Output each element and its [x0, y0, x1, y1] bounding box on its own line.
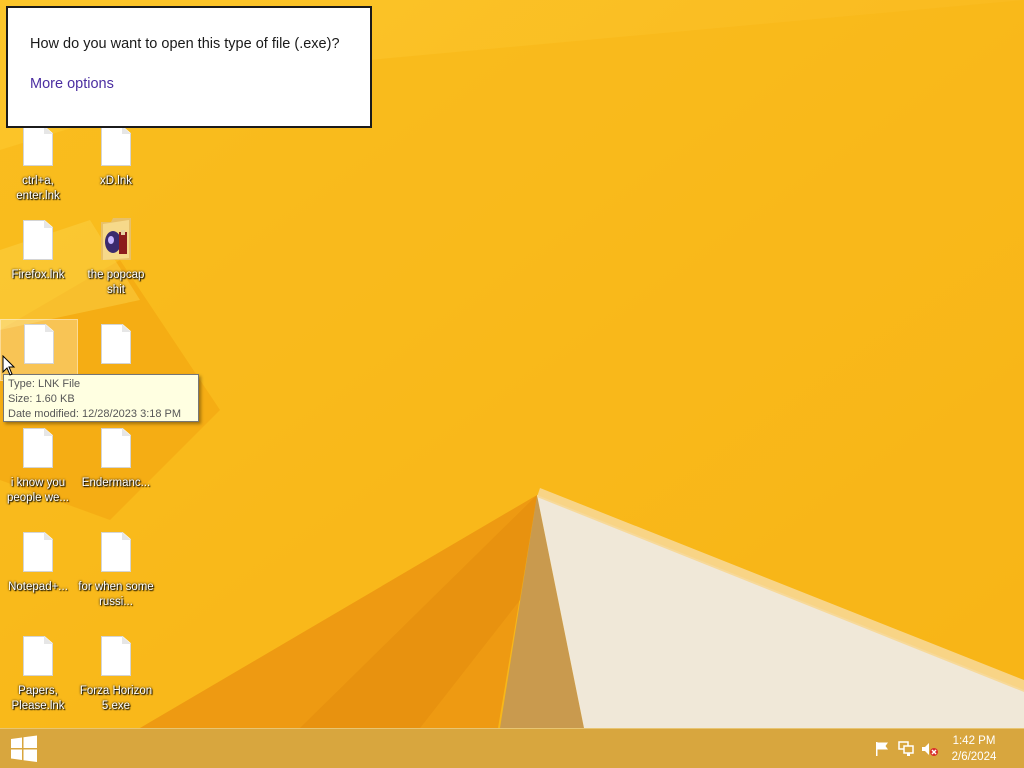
desktop-icon-xd[interactable]: xD.lnk — [78, 126, 154, 189]
desktop-icon-papers-please[interactable]: Papers, Please.lnk — [0, 636, 76, 714]
document-icon — [21, 428, 55, 472]
system-clock[interactable]: 1:42 PM 2/6/2024 — [944, 733, 1004, 765]
desktop-icon-notepad-plus[interactable]: Notepad+... — [0, 532, 76, 595]
icon-label: Notepad+... — [8, 581, 68, 593]
document-icon — [99, 532, 133, 576]
desktop-icon-i-know-you-people[interactable]: i know you people we... — [0, 428, 76, 506]
desktop-icon-forza-horizon-5[interactable]: Forza Horizon 5.exe — [78, 636, 154, 714]
desktop-icon-obscured[interactable] — [78, 324, 154, 372]
document-icon — [22, 324, 56, 368]
document-icon — [21, 532, 55, 576]
desktop-icon-endermanch[interactable]: Endermanc... — [78, 428, 154, 491]
windows-logo-icon — [11, 735, 37, 762]
icon-label: xD.lnk — [100, 175, 132, 187]
icon-label: Forza Horizon 5.exe — [79, 685, 153, 712]
icon-label: i know you people we... — [6, 477, 69, 504]
document-icon — [21, 220, 55, 264]
document-icon — [99, 126, 133, 170]
tooltip-size: Size: 1.60 KB — [8, 393, 75, 405]
icon-label: Firefox.lnk — [11, 269, 65, 281]
mouse-cursor-icon — [2, 355, 16, 376]
start-button[interactable] — [10, 735, 38, 763]
taskbar: 1:42 PM 2/6/2024 — [0, 728, 1024, 768]
icon-label: Endermanc... — [81, 477, 151, 489]
document-icon — [99, 324, 133, 368]
desktop-icon-firefox[interactable]: Firefox.lnk — [0, 220, 76, 283]
desktop[interactable]: ctrl+a, enter.lnk Firefox.lnk i know you… — [0, 0, 1024, 728]
flag-icon[interactable] — [873, 741, 891, 757]
icon-label: ctrl+a, enter.lnk — [16, 175, 60, 202]
network-icon[interactable] — [897, 741, 915, 757]
icon-label: for when some russi... — [78, 581, 154, 608]
icon-label: Papers, Please.lnk — [11, 685, 65, 712]
document-icon — [21, 636, 55, 680]
desktop-icon-popcap-folder[interactable]: the popcap shit — [78, 216, 154, 298]
clock-time: 1:42 PM — [952, 735, 996, 747]
desktop-icon-ctrl-a-enter[interactable]: ctrl+a, enter.lnk — [0, 126, 76, 204]
desktop-icon-for-when-some-russi[interactable]: for when some russi... — [78, 532, 154, 610]
document-icon — [99, 636, 133, 680]
file-info-tooltip: Type: LNK File Size: 1.60 KB Date modifi… — [3, 374, 199, 422]
tooltip-type: Type: LNK File — [8, 378, 81, 390]
open-with-dialog: How do you want to open this type of fil… — [6, 6, 372, 128]
icon-label: the popcap shit — [87, 269, 145, 296]
document-icon — [21, 126, 55, 170]
folder-icon — [99, 216, 133, 264]
more-options-link[interactable]: More options — [30, 76, 114, 92]
speaker-muted-icon[interactable] — [921, 741, 939, 757]
open-with-question: How do you want to open this type of fil… — [30, 36, 340, 52]
document-icon — [99, 428, 133, 472]
clock-date: 2/6/2024 — [951, 751, 997, 763]
tooltip-date-modified: Date modified: 12/28/2023 3:18 PM — [8, 408, 182, 420]
